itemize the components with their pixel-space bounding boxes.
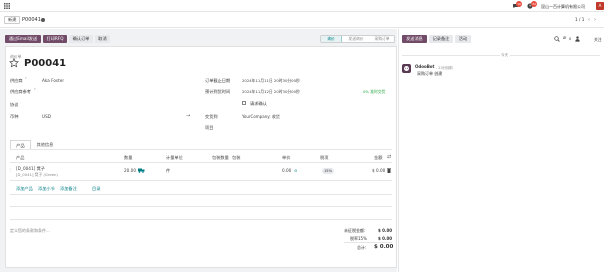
row-quantity[interactable]: 20.00 <box>124 168 136 173</box>
empty-row-divider-1 <box>10 194 392 195</box>
pager-prev-icon[interactable]: ‹ <box>588 17 590 23</box>
currency-label: 币种 <box>10 114 19 119</box>
user-avatar[interactable]: A <box>596 2 604 10</box>
date-separator-line-left <box>402 55 500 56</box>
tab-other-info[interactable]: 其他信息 <box>32 140 58 149</box>
send-by-email-button[interactable]: 通过Email发送 <box>5 35 41 43</box>
followers-person-icon[interactable] <box>575 36 580 42</box>
row-uom[interactable]: 件 <box>166 168 170 174</box>
status-step-rfq-sent[interactable]: 发送询价 <box>343 36 369 42</box>
send-message-button[interactable]: 发送消息 <box>402 35 427 43</box>
log-note-button[interactable]: 记录备注 <box>429 35 453 43</box>
project-label: 项目 <box>205 125 214 130</box>
column-taxes: 税项 <box>320 155 329 160</box>
add-product-link[interactable]: 添加产品 <box>16 186 33 192</box>
status-step-purchase-order[interactable]: 采购订单 <box>369 36 395 42</box>
totals-divider <box>344 242 392 243</box>
order-deadline-field[interactable]: 2024年11月11日 20时30分00秒 <box>242 78 300 84</box>
print-rfq-button[interactable]: 打印RFQ <box>43 35 67 43</box>
breadcrumb-bar: 新建 P00041 1 / 1 ‹ › <box>0 12 604 28</box>
status-step-rfq[interactable]: 询价 <box>321 36 342 42</box>
untaxed-amount-label: 未征税金额: <box>344 228 366 233</box>
ask-confirmation-label: 请求确认 <box>250 101 267 106</box>
on-time-rate: 0% 准时交货 <box>363 89 386 94</box>
followers-count[interactable]: 0 <box>569 37 571 41</box>
total-label: 总计: <box>357 245 367 250</box>
agreement-field[interactable] <box>42 102 182 108</box>
column-amount: 金额 <box>374 155 383 160</box>
pager-next-icon[interactable]: › <box>594 17 596 23</box>
vendor-reference-field[interactable] <box>42 89 182 95</box>
untaxed-amount-value: $ 0.00 <box>378 228 393 233</box>
apps-menu-icon[interactable] <box>4 3 10 9</box>
vendor-help-icon: ? <box>25 76 27 80</box>
tax-value: $ 0.00 <box>378 236 393 241</box>
row-amount: $ 0.00 <box>372 168 386 173</box>
table-row[interactable]: ⋮ [D_0041] 凳子 [D_0041] 凳子 (Green) 20.00 … <box>8 163 392 180</box>
date-separator: 今天 <box>501 53 509 57</box>
total-value: $ 0.00 <box>374 244 394 250</box>
avatar-letter: A <box>598 3 602 8</box>
message-body: 采购订单 创建 <box>417 71 443 76</box>
activity-button[interactable]: 活动 <box>455 35 471 43</box>
author-avatar[interactable] <box>402 64 411 73</box>
vendor-ref-help-icon: ? <box>34 87 36 91</box>
price-info-icon: ⊝ <box>294 168 298 173</box>
add-note-link[interactable]: 添加备注 <box>60 186 77 192</box>
tabs-divider <box>10 149 392 150</box>
project-field[interactable] <box>242 125 382 131</box>
drag-handle-icon[interactable]: ⋮ <box>8 167 12 172</box>
terms-conditions-field[interactable]: 定义您的条款和条件... <box>10 228 50 234</box>
attachment-paperclip-icon[interactable]: ⌀ <box>563 35 566 41</box>
chat-badge: 10 <box>516 1 522 7</box>
settings-gear-icon[interactable] <box>41 17 45 22</box>
ask-confirmation-checkbox[interactable] <box>242 101 246 105</box>
forecast-truck-icon[interactable] <box>138 168 145 173</box>
row-variant: [D_0041] 凳子 (Green) <box>16 172 58 177</box>
row-tax-badge[interactable]: 15% <box>322 167 334 174</box>
column-unit-price: 单价 <box>282 155 291 160</box>
date-separator-line-right <box>510 55 600 56</box>
new-button[interactable]: 新建 <box>4 16 21 24</box>
status-bar: 询价 发送询价 采购订单 <box>320 35 395 43</box>
column-packaging-qty: 包装数量 <box>212 155 229 160</box>
message-time: - 23分钟前 <box>436 65 453 70</box>
expected-arrival-field[interactable]: 2024年11月12日 20时30分00秒 <box>242 89 300 95</box>
record-reference: P00041 <box>24 58 67 69</box>
vendor-field[interactable]: Aka Foster <box>42 78 64 83</box>
column-product: 产品 <box>16 155 25 160</box>
cancel-button[interactable]: 取消 <box>95 35 110 43</box>
expected-arrival-label: 预计到货时间 <box>205 89 231 94</box>
favorite-star-icon[interactable] <box>9 57 19 68</box>
message-author[interactable]: OdooBot <box>415 64 434 69</box>
confirm-order-button[interactable]: 确认订单 <box>69 35 93 43</box>
order-deadline-label: 订单截止日期 <box>205 78 231 83</box>
vendor-reference-label: 供应商参考 <box>10 89 31 94</box>
chatter-search-icon[interactable] <box>554 36 560 42</box>
top-navbar: 10 24 昆山一百计算机有限公司 A <box>0 0 604 12</box>
company-name[interactable]: 昆山一百计算机有限公司 <box>541 4 585 10</box>
row-unit-price[interactable]: 0.00 <box>282 168 291 173</box>
delete-row-trash-icon[interactable] <box>387 167 391 173</box>
optional-columns-icon[interactable]: ⇄ <box>387 154 391 160</box>
currency-open-arrow-icon[interactable]: → <box>186 113 190 119</box>
deliver-to-label: 交货到 <box>205 114 218 119</box>
deliver-to-field[interactable]: YourCompany: 收货 <box>242 114 280 120</box>
column-quantity: 数量 <box>124 155 133 160</box>
tab-products[interactable]: 产品 <box>10 140 31 149</box>
follow-button[interactable]: 关注 <box>594 37 602 43</box>
vendor-label: 供应商 <box>10 78 23 83</box>
currency-field[interactable]: USD <box>42 114 51 119</box>
catalog-link[interactable]: 目录 <box>92 186 100 192</box>
column-packaging: 包装 <box>232 155 241 160</box>
row-divider <box>10 180 392 181</box>
empty-row-divider-3 <box>10 219 392 220</box>
column-uom: 计量单位 <box>166 155 183 160</box>
pager: 1 / 1 <box>575 17 585 22</box>
empty-row-divider-2 <box>10 206 392 207</box>
activity-badge: 24 <box>531 1 537 7</box>
add-section-link[interactable]: 添加小节 <box>38 186 55 192</box>
agreement-label: 协议 <box>10 102 19 107</box>
breadcrumb-record: P00041 <box>22 17 41 23</box>
